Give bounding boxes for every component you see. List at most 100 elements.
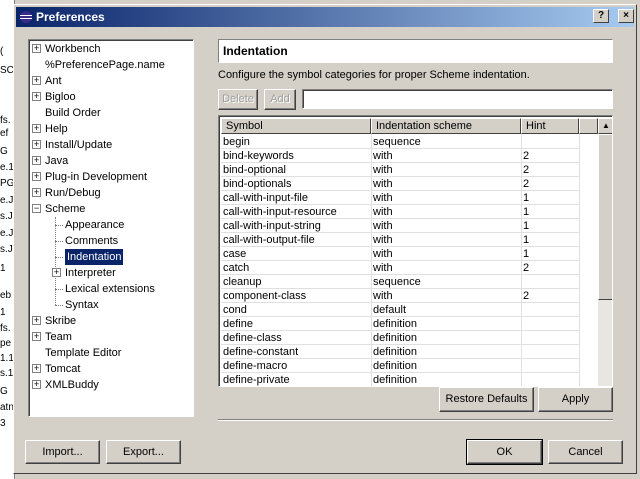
column-header-indentation-scheme[interactable]: Indentation scheme bbox=[371, 118, 521, 134]
table-row[interactable]: case with 1 bbox=[221, 247, 579, 261]
table-vertical-scrollbar[interactable]: ▲ bbox=[598, 118, 612, 386]
tree-item-label: Skribe bbox=[45, 315, 77, 327]
scroll-thumb[interactable] bbox=[598, 134, 612, 300]
scroll-up-arrow-icon[interactable]: ▲ bbox=[598, 118, 612, 134]
background-text-fragment: s.1 bbox=[0, 368, 14, 379]
divider bbox=[218, 419, 613, 421]
table-row[interactable]: bind-optionals with 2 bbox=[221, 177, 579, 191]
expand-icon[interactable]: + bbox=[32, 364, 41, 373]
background-text-fragment: atn bbox=[0, 402, 14, 413]
table-row[interactable]: bind-keywords with 2 bbox=[221, 149, 579, 163]
table-row[interactable]: call-with-input-resource with 1 bbox=[221, 205, 579, 219]
cell-symbol: define-class bbox=[223, 332, 282, 344]
import-button[interactable]: Import... bbox=[25, 440, 100, 464]
table-row[interactable]: define-private definition bbox=[221, 373, 579, 386]
expand-icon[interactable]: + bbox=[32, 188, 41, 197]
ok-button[interactable]: OK bbox=[466, 439, 543, 465]
expand-icon[interactable]: + bbox=[32, 332, 41, 341]
help-button[interactable]: ? bbox=[593, 9, 609, 23]
cell-symbol: component-class bbox=[223, 290, 307, 302]
table-row[interactable]: bind-optional with 2 bbox=[221, 163, 579, 177]
tree-item-label: Template Editor bbox=[45, 347, 122, 359]
tree-item-label: Syntax bbox=[65, 299, 99, 311]
restore-defaults-button[interactable]: Restore Defaults bbox=[439, 387, 534, 412]
cell-symbol: begin bbox=[223, 136, 250, 148]
export-button[interactable]: Export... bbox=[106, 440, 181, 464]
table-row[interactable]: component-class with 2 bbox=[221, 289, 579, 303]
tree-item-label: Build Order bbox=[45, 107, 101, 119]
cell-indentation-scheme: with bbox=[373, 234, 393, 246]
cell-symbol: define-private bbox=[223, 374, 290, 386]
cell-hint: 1 bbox=[523, 192, 530, 204]
expand-icon[interactable]: + bbox=[32, 124, 41, 133]
background-text-fragment: eb bbox=[0, 290, 12, 301]
cell-symbol: cond bbox=[223, 304, 247, 316]
expand-icon[interactable]: + bbox=[32, 92, 41, 101]
cell-symbol: define-constant bbox=[223, 346, 299, 358]
apply-button[interactable]: Apply bbox=[538, 387, 613, 412]
expand-icon[interactable]: + bbox=[32, 140, 41, 149]
table-row[interactable]: cond default bbox=[221, 303, 579, 317]
background-text-fragment: G bbox=[0, 386, 8, 397]
add-button[interactable]: Add bbox=[264, 89, 296, 110]
tree-item-label: Comments bbox=[65, 235, 119, 247]
preference-tree[interactable]: + Workbench %PreferencePage.name + Ant + Biglo… bbox=[28, 39, 194, 417]
cell-indentation-scheme: with bbox=[373, 150, 393, 162]
expand-icon[interactable]: + bbox=[32, 172, 41, 181]
title-bar[interactable]: Preferences ? × bbox=[16, 7, 634, 27]
table-row[interactable]: define-macro definition bbox=[221, 359, 579, 373]
tree-item-label: Scheme bbox=[45, 203, 86, 215]
tree-item-label: Help bbox=[45, 123, 68, 135]
table-row[interactable]: begin sequence bbox=[221, 135, 579, 149]
tree-guide-line bbox=[55, 225, 63, 226]
table-row[interactable]: catch with 2 bbox=[221, 261, 579, 275]
expand-icon[interactable]: + bbox=[32, 156, 41, 165]
tree-item-label: Indentation bbox=[65, 249, 124, 265]
background-text-fragment: 1 bbox=[0, 307, 6, 318]
table-row[interactable]: call-with-input-string with 1 bbox=[221, 219, 579, 233]
background-text-fragment: fs. bbox=[0, 115, 11, 126]
expand-icon[interactable]: + bbox=[32, 380, 41, 389]
table-row[interactable]: define definition bbox=[221, 317, 579, 331]
expand-icon[interactable]: + bbox=[32, 76, 41, 85]
cancel-button[interactable]: Cancel bbox=[548, 440, 623, 464]
indentation-table[interactable]: Symbol Indentation scheme Hint begin sequ… bbox=[218, 115, 613, 387]
cell-symbol: bind-optionals bbox=[223, 178, 292, 190]
cell-hint: 2 bbox=[523, 262, 530, 274]
tree-item-label: Lexical extensions bbox=[65, 283, 155, 295]
window-title: Preferences bbox=[36, 10, 105, 24]
background-text-fragment: 3 bbox=[0, 418, 6, 429]
table-row[interactable]: define-class definition bbox=[221, 331, 579, 345]
tree-guide-line bbox=[55, 257, 63, 258]
collapse-icon[interactable]: − bbox=[32, 204, 41, 213]
expand-icon[interactable]: + bbox=[32, 44, 41, 53]
eclipse-icon bbox=[20, 11, 32, 23]
symbol-input[interactable] bbox=[302, 89, 613, 109]
delete-button[interactable]: Delete bbox=[218, 89, 258, 110]
expand-icon[interactable]: + bbox=[32, 316, 41, 325]
cell-hint: 2 bbox=[523, 178, 530, 190]
table-row[interactable]: call-with-input-file with 1 bbox=[221, 191, 579, 205]
close-button[interactable]: × bbox=[618, 9, 634, 23]
cell-symbol: define bbox=[223, 318, 253, 330]
expand-icon[interactable]: + bbox=[52, 268, 61, 277]
tree-item-label: Bigloo bbox=[45, 91, 76, 103]
cell-symbol: catch bbox=[223, 262, 250, 274]
tree-guide-line bbox=[55, 241, 63, 242]
tree-item-label: Appearance bbox=[65, 219, 125, 231]
background-text-fragment: 1 bbox=[0, 263, 6, 274]
tree-item-label: XMLBuddy bbox=[45, 379, 99, 391]
tree-item-label: Ant bbox=[45, 75, 62, 87]
column-header-hint[interactable]: Hint bbox=[521, 118, 579, 134]
background-text-fragment: 1.1 bbox=[0, 353, 14, 364]
background-text-fragment: ( bbox=[0, 46, 4, 57]
column-header-symbol[interactable]: Symbol bbox=[221, 118, 371, 134]
table-row[interactable]: cleanup sequence bbox=[221, 275, 579, 289]
cell-symbol: cleanup bbox=[223, 276, 262, 288]
background-text-fragment: e.1 bbox=[0, 162, 14, 173]
table-row[interactable]: call-with-output-file with 1 bbox=[221, 233, 579, 247]
tree-guide-line bbox=[55, 289, 63, 290]
page-title: Indentation bbox=[218, 39, 613, 63]
table-row[interactable]: define-constant definition bbox=[221, 345, 579, 359]
tree-guide-line bbox=[55, 305, 63, 306]
